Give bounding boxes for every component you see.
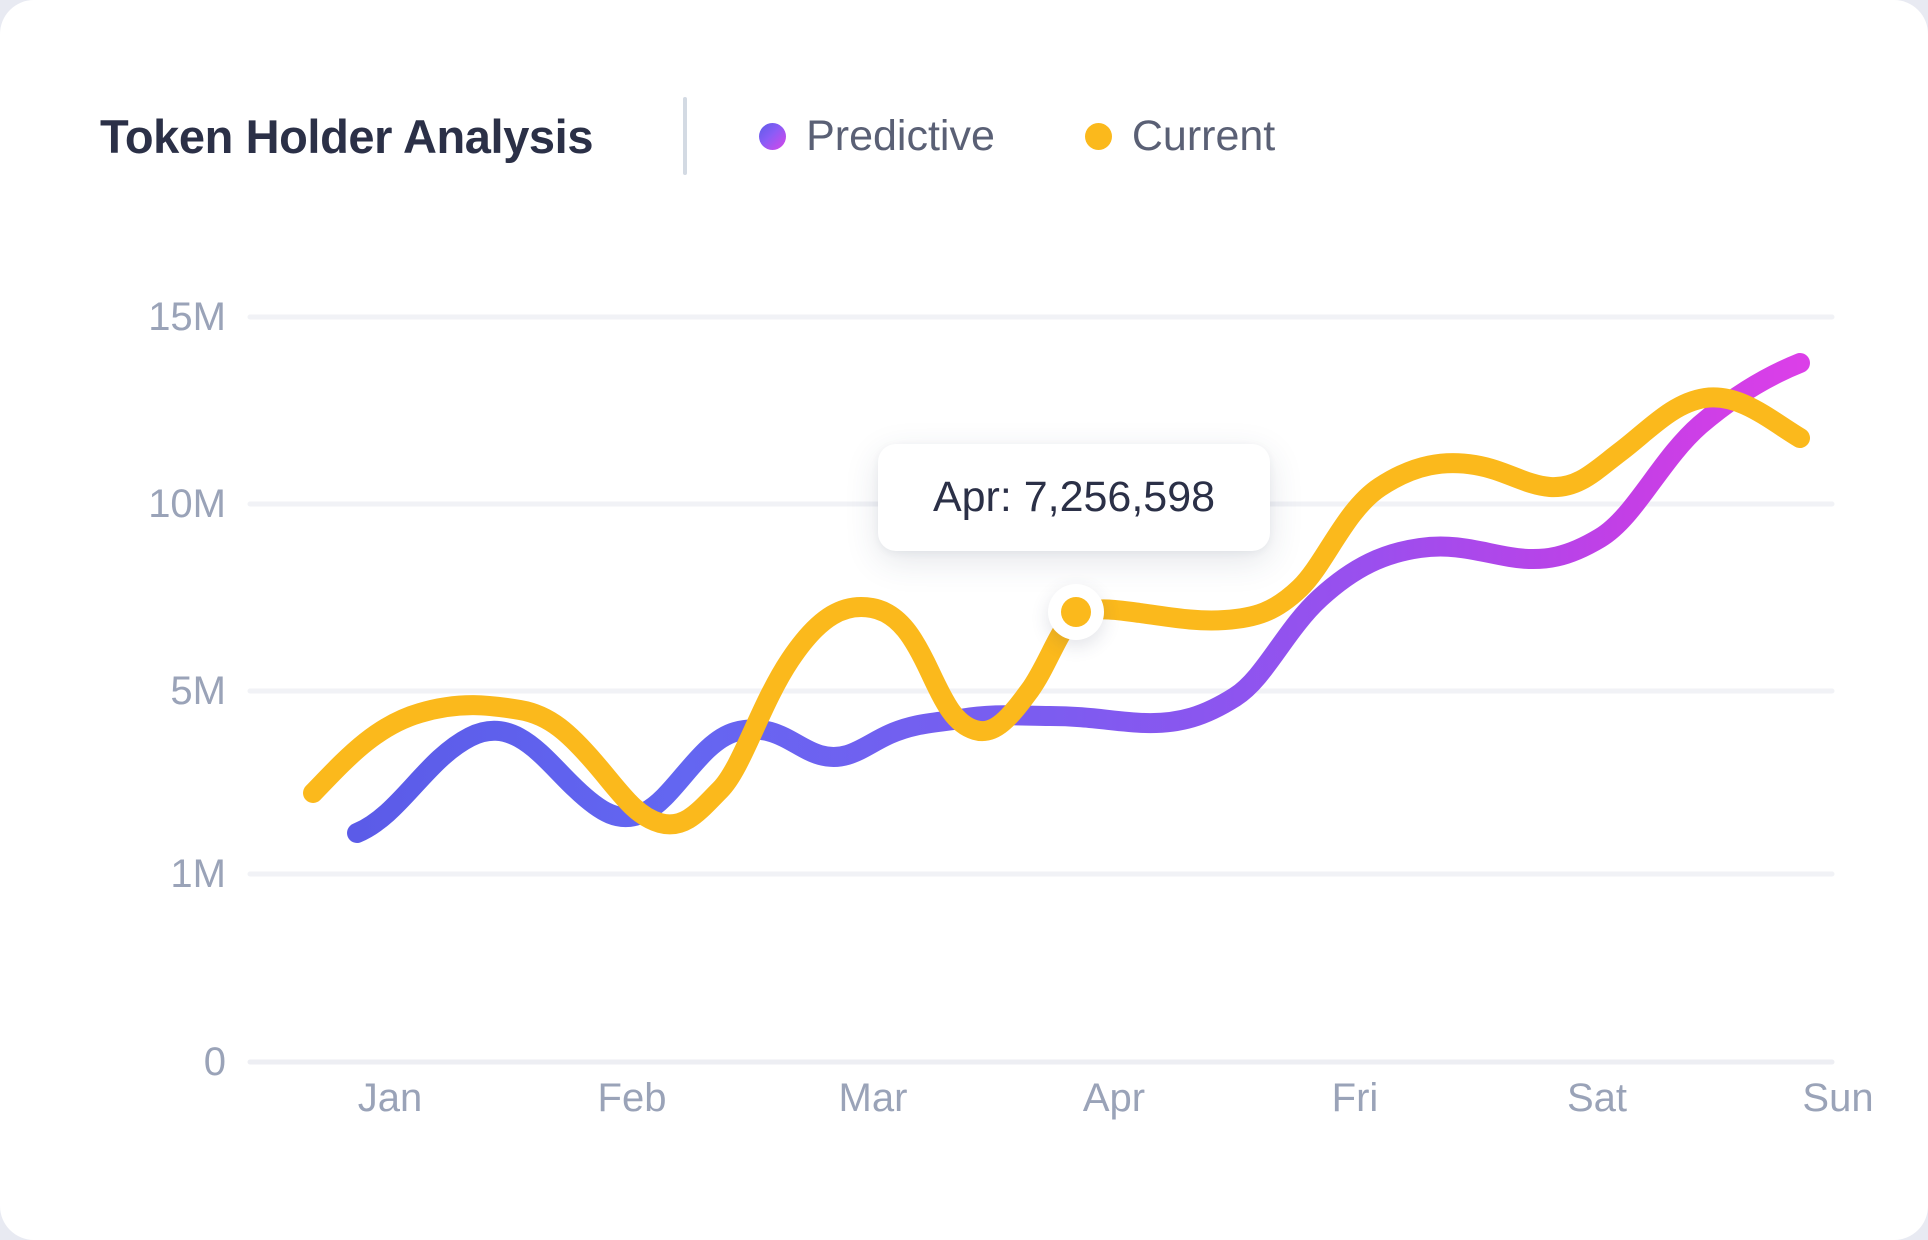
x-axis-label-jan: Jan	[357, 1076, 423, 1120]
y-axis-label-5m: 5M	[170, 669, 226, 713]
chart-card: Token Holder Analysis Predictive Current	[0, 0, 1928, 1240]
x-axis-label-sat: Sat	[1566, 1076, 1628, 1120]
x-axis-label-mar: Mar	[838, 1076, 908, 1120]
x-axis-label-sun: Sun	[1802, 1076, 1874, 1120]
y-axis-label-0: 0	[203, 1040, 226, 1084]
data-point-marker-dot-icon	[1061, 597, 1091, 627]
chart-plot-area	[0, 0, 1928, 1240]
tooltip-value-text: Apr: 7,256,598	[932, 473, 1216, 521]
y-axis-label-10m: 10M	[148, 482, 226, 526]
chart-tooltip: Apr: 7,256,598	[878, 444, 1270, 551]
chart-screenshot-root: Token Holder Analysis Predictive Current	[0, 0, 1928, 1240]
x-axis-label-feb: Feb	[597, 1076, 667, 1120]
y-axis-label-1m: 1M	[170, 852, 226, 896]
x-axis-label-fri: Fri	[1331, 1076, 1379, 1120]
x-axis-label-apr: Apr	[1082, 1076, 1146, 1120]
chart-svg	[247, 314, 1835, 1065]
data-point-marker-apr[interactable]	[1048, 584, 1104, 640]
y-axis-label-15m: 15M	[148, 295, 226, 339]
